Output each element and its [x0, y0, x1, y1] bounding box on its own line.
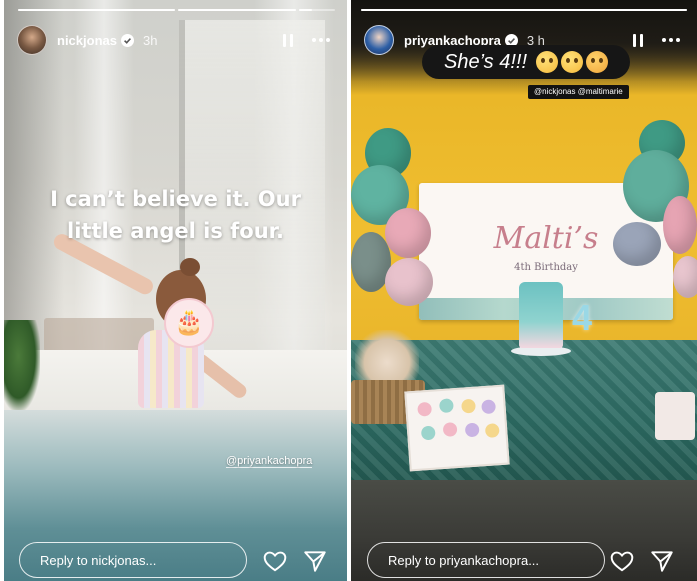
cookie-decor: [464, 422, 480, 438]
cookie-decor: [461, 398, 476, 414]
cookie-decor: [420, 425, 436, 441]
reply-placeholder: Reply to priyankachopra...: [388, 552, 540, 568]
progress-bar-segment: [18, 9, 175, 11]
birthday-cake-icon: 🎂: [164, 298, 214, 348]
story-priyankachopra[interactable]: Malti’s 4th Birthday 4 priyankachopra 3 …: [351, 0, 697, 581]
send-icon[interactable]: [302, 548, 328, 574]
reply-input[interactable]: Reply to priyankachopra...: [367, 542, 605, 578]
smiling-face-with-hearts-icon: [586, 51, 609, 73]
progress-bar-segment: [178, 9, 296, 11]
cookie-decor: [481, 399, 497, 415]
cookie-decor: [484, 423, 500, 439]
cookie-tray-decor: [404, 384, 510, 472]
reply-input[interactable]: Reply to nickjonas...: [19, 542, 247, 578]
balloon-decor: [663, 196, 697, 254]
username[interactable]: nickjonas: [57, 33, 117, 48]
hair-bun-decor: [180, 258, 200, 276]
balloon-decor: [613, 222, 661, 266]
avatar[interactable]: [17, 25, 47, 55]
pampas-decor: [355, 330, 419, 384]
pleading-face-icon: [561, 51, 584, 73]
reply-placeholder: Reply to nickjonas...: [40, 552, 157, 568]
avatar[interactable]: [364, 25, 394, 55]
story-caption: I can’t believe it. Our little angel is …: [50, 187, 301, 243]
more-icon[interactable]: [307, 29, 335, 51]
story-header: nickjonas 3h: [17, 25, 335, 55]
cookie-decor: [442, 422, 458, 437]
birthday-cake-decor: [519, 282, 563, 348]
pause-icon[interactable]: [277, 29, 299, 51]
sticker-text: She’s 4!!!: [443, 50, 528, 73]
mention-tag[interactable]: @priyankachopra: [226, 455, 313, 468]
cake-number: 4: [571, 297, 593, 338]
cookie-box-decor: [655, 392, 695, 440]
pause-icon[interactable]: [627, 29, 649, 51]
plant-decor: [4, 320, 40, 410]
cookie-decor: [417, 401, 433, 417]
balloon-decor: [385, 208, 431, 258]
balloon-decor: [385, 258, 433, 306]
post-time: 3h: [142, 32, 158, 48]
text-sticker: She’s 4!!!: [422, 45, 630, 79]
heart-icon[interactable]: [262, 548, 288, 574]
flushed-face-icon: [536, 51, 559, 73]
verified-badge-icon: [120, 33, 134, 47]
story-nickjonas[interactable]: 🎂 I can’t believe it. Our little angel i…: [4, 0, 347, 581]
balloon-decor: [673, 256, 697, 298]
progress-bar-segment: [299, 9, 335, 11]
progress-bar-segment: [361, 9, 687, 11]
heart-icon[interactable]: [609, 548, 635, 574]
cookie-decor: [438, 398, 454, 414]
send-icon[interactable]: [649, 548, 675, 574]
more-icon[interactable]: [657, 29, 685, 51]
mention-chip[interactable]: @nickjonas @maltimarie: [528, 85, 629, 99]
